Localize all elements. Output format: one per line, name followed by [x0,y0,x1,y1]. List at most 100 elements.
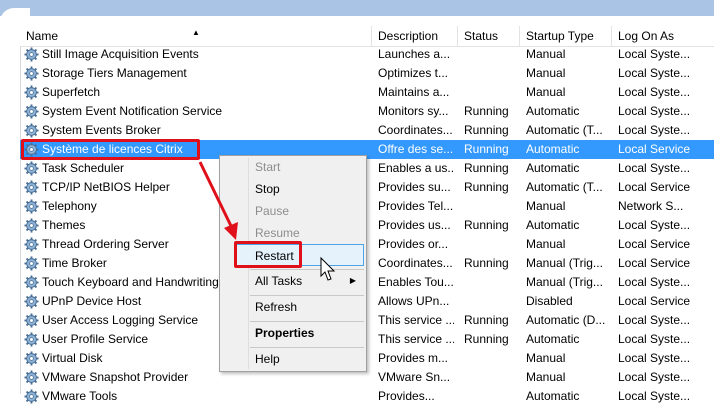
service-description: This service ... [378,332,454,346]
service-name: System Events Broker [42,123,161,137]
service-startup-type: Manual [526,66,566,80]
column-header-description-label: Description [378,29,439,43]
service-status: Running [464,123,509,137]
service-startup-type: Automatic [526,332,580,346]
menu-item-refresh[interactable]: Refresh [220,296,366,318]
service-log-on-as: Local Syste... [618,66,691,80]
service-log-on-as: Local Syste... [618,218,691,232]
service-status: Running [464,313,509,327]
menu-item-all-tasks-label: All Tasks [255,274,303,288]
service-log-on-as: Local Syste... [618,275,691,289]
service-status: Running [464,332,509,346]
service-description: Allows UPn... [378,294,450,308]
column-header-description[interactable]: Description [372,26,458,46]
service-description: Coordinates... [378,123,453,137]
table-row[interactable]: Superfetch Maintains a... Manual Local Syst… [20,83,714,102]
service-startup-type: Manual [526,199,566,213]
column-header-log-on-as[interactable]: Log On As [612,26,714,46]
table-row[interactable]: System Events Broker Coordinates... Runnin… [20,121,714,140]
window-frame-top [0,0,714,16]
service-log-on-as: Local Syste... [618,85,691,99]
table-row[interactable]: VMware Snapshot Provider VMware Sn... Manu… [20,368,714,387]
service-status: Running [464,218,509,232]
table-row[interactable]: VMware Tools Provides... Automatic Local Sy… [20,387,714,406]
service-description: Provides or... [378,237,449,251]
service-description: Enables Tou... [378,275,454,289]
table-row[interactable]: Storage Tiers Management Optimizes t... Ma… [20,64,714,83]
submenu-arrow-icon: ▶ [349,276,356,285]
service-startup-type: Manual [526,351,566,365]
service-status [464,368,524,387]
column-header-startup-label: Startup Type [526,29,594,43]
service-log-on-as: Local Service [618,294,691,308]
menu-item-stop[interactable]: Stop [220,178,366,200]
annotation-highlight-service [21,139,200,160]
service-description: Optimizes t... [378,66,449,80]
table-row[interactable]: User Profile Service This service ... Runn… [20,330,714,349]
service-description: Enables a us... [378,161,454,175]
service-startup-type: Manual [526,370,566,384]
table-row[interactable]: TCP/IP NetBIOS Helper Provides su... Runni… [20,178,714,197]
service-startup-type: Disabled [526,294,573,308]
service-startup-type: Automatic (T... [526,180,603,194]
service-status [464,83,524,102]
service-log-on-as: Local Service [618,142,691,156]
service-startup-type: Manual [526,47,566,61]
menu-item-help[interactable]: Help [220,348,366,370]
table-row[interactable]: System Event Notification Service Monitor… [20,102,714,121]
service-name: Still Image Acquisition Events [42,47,199,61]
table-row[interactable]: Thread Ordering Server Provides or... Manu… [20,235,714,254]
service-description: Provides us... [378,218,451,232]
menu-item-start[interactable]: Start [220,156,366,178]
service-log-on-as: Local Service [618,237,691,251]
service-status [464,349,524,368]
service-status: Running [464,104,509,118]
column-header-logon-label: Log On As [618,29,675,43]
service-description: Launches a... [378,47,451,61]
table-row[interactable]: Time Broker Coordinates... Running Manual (… [20,254,714,273]
service-status [464,292,524,311]
service-description: Monitors sy... [378,104,449,118]
service-log-on-as: Local Syste... [618,47,691,61]
service-status [464,45,524,64]
service-status [464,64,524,83]
service-startup-type: Manual (Trig... [526,275,603,289]
column-header-status-label: Status [464,29,499,43]
table-row[interactable]: Touch Keyboard and Handwriting Enables To… [20,273,714,292]
service-log-on-as: Network S... [618,199,684,213]
table-row[interactable]: Themes Provides us... Running Automatic Loca… [20,216,714,235]
service-log-on-as: Local Syste... [618,332,691,346]
service-log-on-as: Local Service [618,180,691,194]
service-log-on-as: Local Syste... [618,104,691,118]
service-status: Running [464,180,509,194]
table-row[interactable]: Virtual Disk Provides m... Manual Local Sys… [20,349,714,368]
menu-item-pause[interactable]: Pause [220,200,366,222]
service-description: Provides m... [378,351,449,365]
service-description: Provides... [378,389,435,403]
service-startup-type: Manual [526,237,566,251]
service-log-on-as: Local Syste... [618,389,691,403]
service-status [464,197,524,216]
service-description: VMware Sn... [378,370,451,384]
service-log-on-as: Local Service [618,256,691,270]
table-row[interactable]: User Access Logging Service This service … [20,311,714,330]
column-header-status[interactable]: Status [458,26,520,46]
service-startup-type: Automatic [526,142,580,156]
service-startup-type: Automatic [526,104,580,118]
service-log-on-as: Local Syste... [618,161,691,175]
table-row[interactable]: Task Scheduler Enables a us... Running Auto… [20,159,714,178]
service-log-on-as: Local Syste... [618,123,691,137]
column-header-startup-type[interactable]: Startup Type [520,26,612,46]
service-name: VMware Tools [42,389,118,403]
table-row[interactable]: UPnP Device Host Allows UPn... Disabled Loc… [20,292,714,311]
service-startup-type: Automatic [526,218,580,232]
menu-item-all-tasks[interactable]: All Tasks ▶ [220,270,366,292]
column-header-bar: Name ▲ Description Status Startup Type L… [20,26,714,47]
menu-item-properties[interactable]: Properties [220,322,366,344]
table-row[interactable]: Still Image Acquisition Events Launches a… [20,45,714,64]
service-description: Offre des se... [378,142,454,156]
window-frame-corner [0,8,30,28]
table-row[interactable]: Telephony Provides Tel... Manual Network S.… [20,197,714,216]
service-log-on-as: Local Syste... [618,313,691,327]
service-name: Storage Tiers Management [42,66,187,80]
